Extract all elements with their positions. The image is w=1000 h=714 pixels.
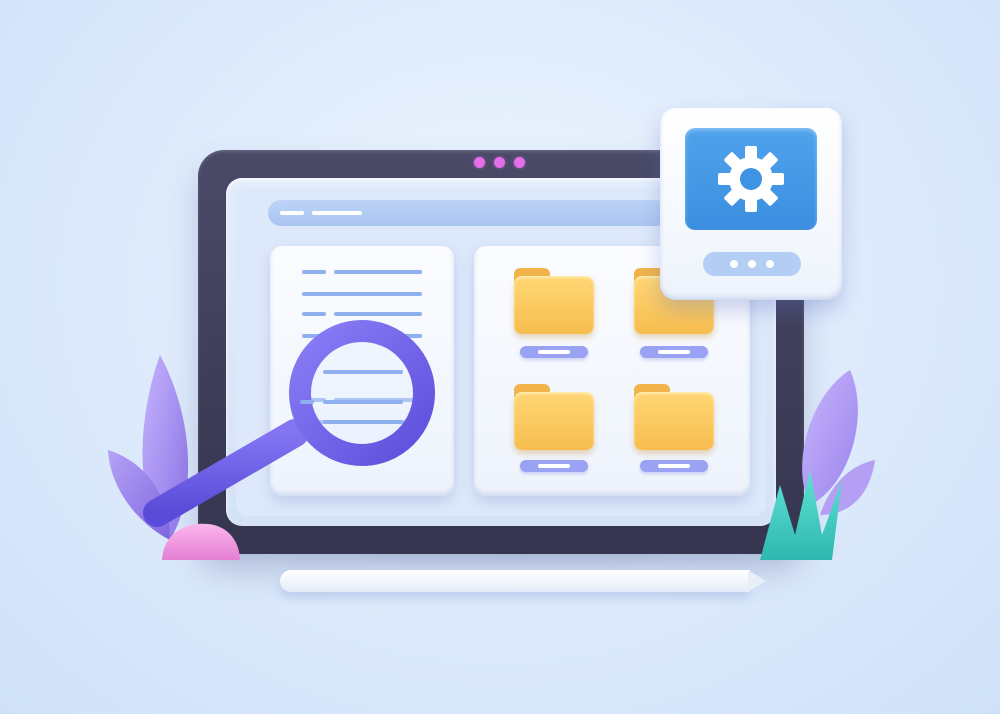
stylus-tip bbox=[748, 570, 766, 592]
folder-icon[interactable] bbox=[514, 268, 594, 334]
document-line bbox=[334, 270, 422, 274]
camera-dot bbox=[494, 157, 505, 168]
camera-dot bbox=[474, 157, 485, 168]
folder-icon[interactable] bbox=[634, 384, 714, 450]
folder-icon[interactable] bbox=[514, 384, 594, 450]
camera-dots bbox=[474, 157, 534, 169]
folder-label bbox=[640, 346, 708, 358]
plant-icon-right bbox=[760, 370, 875, 560]
address-bar[interactable] bbox=[268, 200, 668, 226]
pill-dot bbox=[730, 260, 738, 268]
camera-dot bbox=[514, 157, 525, 168]
pill-dot bbox=[766, 260, 774, 268]
document-line bbox=[302, 270, 326, 274]
address-bar-line bbox=[312, 211, 362, 215]
folder-label bbox=[520, 460, 588, 472]
magnifier-icon[interactable] bbox=[135, 315, 455, 545]
folder-label bbox=[520, 346, 588, 358]
address-bar-line bbox=[280, 211, 304, 215]
document-line bbox=[302, 292, 422, 296]
gear-icon[interactable] bbox=[716, 144, 786, 214]
pill-dot bbox=[748, 260, 756, 268]
settings-pill[interactable] bbox=[703, 252, 801, 276]
folder-label bbox=[640, 460, 708, 472]
stylus-icon[interactable] bbox=[280, 570, 750, 592]
